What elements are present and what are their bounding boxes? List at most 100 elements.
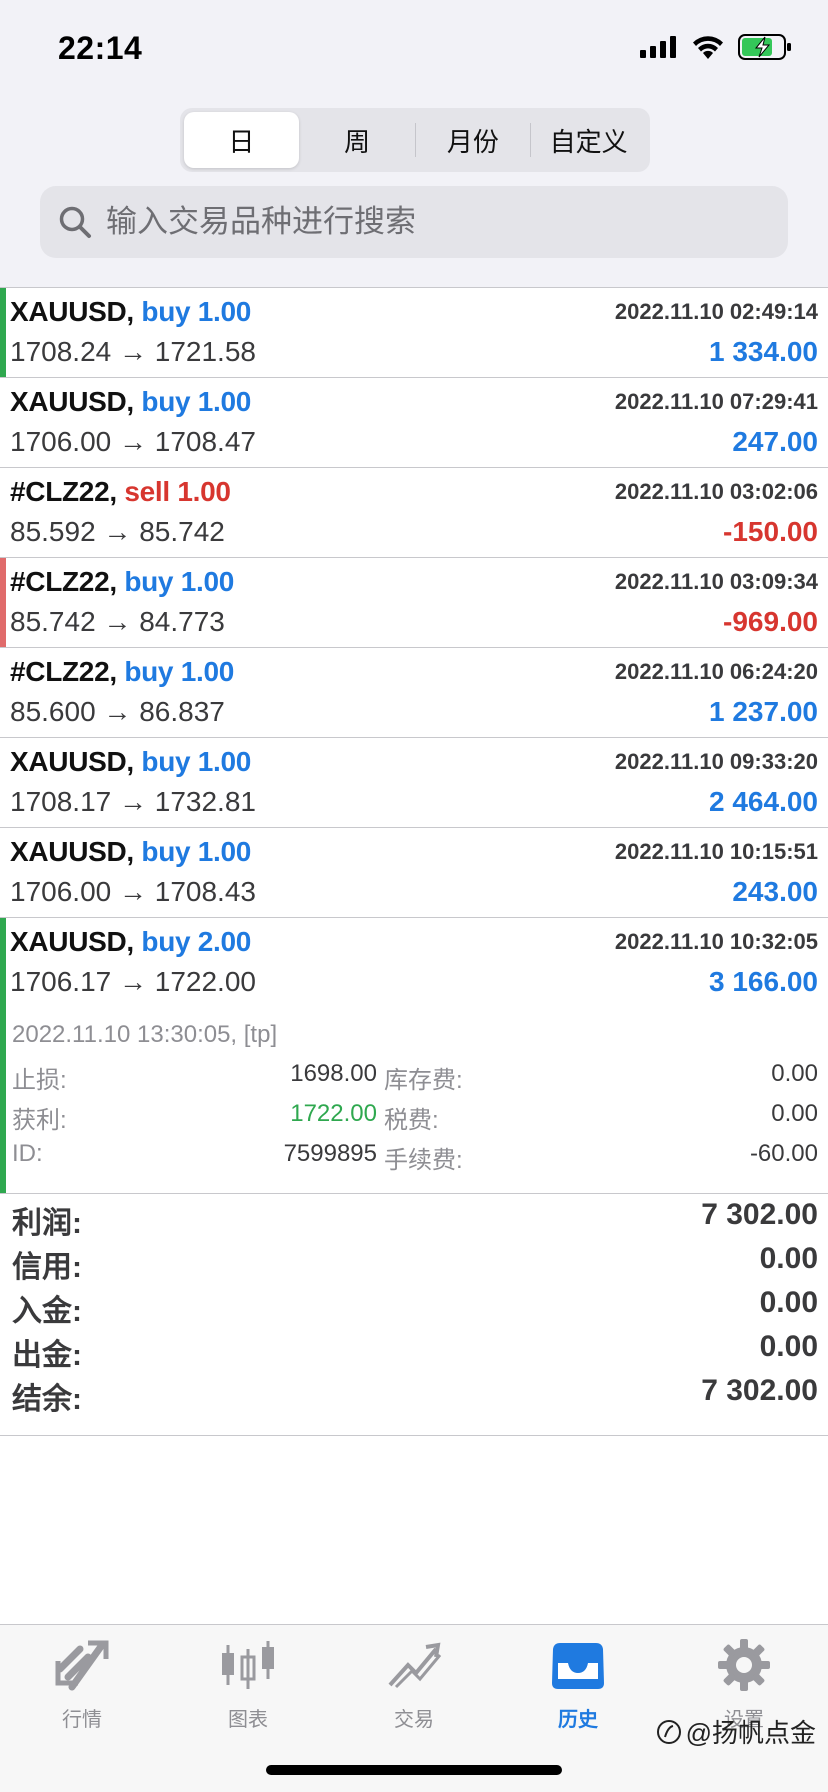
summary: 利润: 7 302.00 信用: 0.00 入金: 0.00 出金: 0.00 … — [0, 1194, 828, 1436]
deal-row-expanded[interactable]: XAUUSD, buy 2.00 2022.11.10 10:32:05 170… — [0, 918, 828, 1194]
weibo-logo-icon — [656, 1719, 681, 1744]
deal-side: buy — [124, 656, 174, 687]
deal-title: XAUUSD, buy 1.00 — [10, 296, 251, 328]
deal-profit: 1 237.00 — [709, 696, 818, 727]
summary-credit-label: 信用: — [12, 1251, 82, 1284]
search-input[interactable] — [106, 204, 746, 240]
deal-prices: 1708.24 → 1721.58 — [10, 336, 256, 367]
deal-prices: 85.742 → 84.773 — [10, 606, 225, 637]
stop-loss-label: 止损: — [12, 1067, 67, 1094]
deal-symbol: XAUUSD, — [10, 746, 134, 777]
deal-row[interactable]: XAUUSD, buy 1.00 2022.11.10 10:15:51 170… — [0, 828, 828, 918]
detail-line: 止损: 1698.00 库存费: 0.00 — [12, 1060, 818, 1100]
deal-prices: 1708.17 → 1732.81 — [10, 786, 256, 817]
status-bar: 22:14 — [0, 0, 828, 100]
deal-profit: 3 166.00 — [709, 966, 818, 997]
deal-prices: 1706.00 → 1708.47 — [10, 426, 256, 457]
deal-volume: 1.00 — [197, 386, 252, 417]
tab-trade-label: 交易 — [394, 1709, 434, 1731]
deal-close-info: 2022.11.10 13:30:05, [tp] — [12, 1021, 278, 1048]
deal-prices: 1706.00 → 1708.43 — [10, 876, 256, 907]
summary-withdrawal: 出金: 0.00 — [0, 1326, 828, 1372]
deal-side: buy — [141, 926, 191, 957]
period-day-tab[interactable]: 日 — [184, 112, 299, 168]
deal-time: 2022.11.10 03:09:34 — [614, 569, 818, 594]
tab-quotes-label: 行情 — [62, 1709, 102, 1731]
summary-withdrawal-label: 出金: — [12, 1339, 82, 1372]
period-custom-tab[interactable]: 自定义 — [531, 112, 646, 168]
deal-row-marker — [0, 558, 6, 647]
search-icon — [59, 206, 91, 238]
deal-side: sell — [124, 476, 170, 507]
deal-prices: 85.592 → 85.742 — [10, 516, 225, 547]
home-indicator — [266, 1765, 562, 1775]
deal-prices: 85.600 → 86.837 — [10, 696, 225, 727]
deal-title: #CLZ22, buy 1.00 — [10, 566, 234, 598]
tab-trade[interactable]: 交易 — [354, 1637, 474, 1737]
tab-history[interactable]: 历史 — [518, 1637, 638, 1737]
summary-profit-value: 7 302.00 — [701, 1198, 818, 1231]
tab-quotes[interactable]: 行情 — [22, 1637, 142, 1737]
period-month-tab[interactable]: 月份 — [416, 112, 531, 168]
deal-profit: 247.00 — [732, 426, 818, 457]
stop-loss-value: 1698.00 — [290, 1060, 377, 1087]
deal-symbol: #CLZ22, — [10, 566, 117, 597]
deal-row[interactable]: #CLZ22, sell 1.00 2022.11.10 03:02:06 85… — [0, 468, 828, 558]
deal-time: 2022.11.10 02:49:14 — [614, 299, 818, 324]
deal-side: buy — [124, 566, 174, 597]
take-profit-value: 1722.00 — [290, 1100, 377, 1127]
header: 日 周 月份 自定义 — [0, 100, 828, 288]
deal-row[interactable]: XAUUSD, buy 1.00 2022.11.10 02:49:14 170… — [0, 288, 828, 378]
deal-side: buy — [141, 386, 191, 417]
deal-time: 2022.11.10 09:33:20 — [614, 749, 818, 774]
battery-charging-icon — [738, 34, 791, 60]
deal-title: XAUUSD, buy 1.00 — [10, 746, 251, 778]
summary-profit: 利润: 7 302.00 — [0, 1194, 828, 1240]
deal-time: 2022.11.10 03:02:06 — [614, 479, 818, 504]
deal-volume: 1.00 — [180, 656, 235, 687]
commission-label: 手续费: — [384, 1147, 463, 1174]
deal-side: buy — [141, 746, 191, 777]
swap-label: 库存费: — [384, 1067, 463, 1094]
deal-title: #CLZ22, sell 1.00 — [10, 476, 231, 508]
period-week-tab[interactable]: 周 — [300, 112, 415, 168]
deal-title: XAUUSD, buy 1.00 — [10, 836, 251, 868]
status-icons — [640, 34, 792, 60]
tab-charts-label: 图表 — [228, 1709, 268, 1731]
detail-line: ID: 7599895 手续费: -60.00 — [12, 1140, 818, 1180]
commission-value: -60.00 — [749, 1140, 818, 1167]
deal-row-marker — [0, 288, 6, 377]
summary-deposit: 入金: 0.00 — [0, 1282, 828, 1328]
deal-profit: -150.00 — [723, 516, 818, 547]
deal-profit: 2 464.00 — [709, 786, 818, 817]
deal-details: 止损: 1698.00 库存费: 0.00 获利: 1722.00 税费: 0.… — [12, 1060, 818, 1180]
period-segmented-control: 日 周 月份 自定义 — [180, 108, 650, 172]
tab-charts[interactable]: 图表 — [188, 1637, 308, 1737]
watermark-text: @扬帆点金 — [685, 1718, 816, 1748]
deal-profit: -969.00 — [723, 606, 818, 637]
deal-symbol: XAUUSD, — [10, 296, 134, 327]
swap-value: 0.00 — [771, 1060, 818, 1087]
trade-icon — [384, 1637, 444, 1693]
deal-time: 2022.11.10 10:15:51 — [614, 839, 818, 864]
wifi-icon — [693, 36, 723, 59]
tab-history-label: 历史 — [558, 1709, 598, 1731]
deal-volume: 1.00 — [197, 746, 252, 777]
deal-volume: 1.00 — [197, 296, 252, 327]
cellular-signal-icon — [640, 36, 676, 58]
screen: 22:14 日 周 月份 自定义 输入交易品种进行搜索 XAUUSD, buy … — [0, 0, 828, 1792]
deal-row[interactable]: #CLZ22, buy 1.00 2022.11.10 03:09:34 85.… — [0, 558, 828, 648]
id-label: ID: — [12, 1140, 43, 1167]
search-bar[interactable] — [40, 186, 788, 258]
deal-volume: 2.00 — [197, 926, 252, 957]
deal-title: XAUUSD, buy 1.00 — [10, 386, 251, 418]
deal-volume: 1.00 — [197, 836, 252, 867]
deal-profit: 243.00 — [732, 876, 818, 907]
quotes-icon — [52, 1637, 112, 1693]
deal-volume: 1.00 — [177, 476, 231, 507]
id-value: 7599895 — [283, 1140, 377, 1167]
deal-row[interactable]: XAUUSD, buy 1.00 2022.11.10 09:33:20 170… — [0, 738, 828, 828]
deal-side: buy — [141, 836, 191, 867]
deal-row[interactable]: XAUUSD, buy 1.00 2022.11.10 07:29:41 170… — [0, 378, 828, 468]
deal-row[interactable]: #CLZ22, buy 1.00 2022.11.10 06:24:20 85.… — [0, 648, 828, 738]
